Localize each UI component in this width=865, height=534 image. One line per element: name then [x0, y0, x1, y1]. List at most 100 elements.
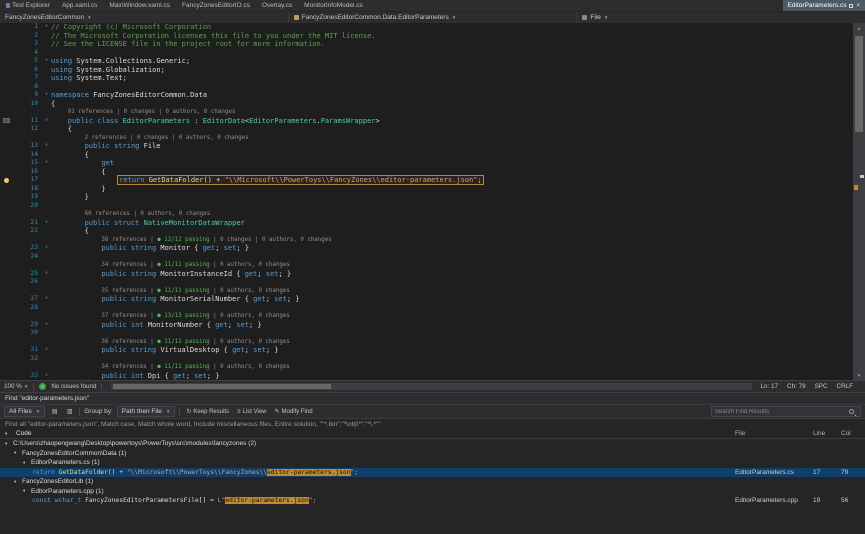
keep-results-button[interactable]: ↻ Keep Results	[184, 406, 231, 417]
find-result-group[interactable]: ▾EditorParameters.cpp (1)	[0, 487, 865, 497]
code-line[interactable]: 27∨public string MonitorSerialNumber { g…	[0, 295, 853, 304]
code-line[interactable]: 29∨public int MonitorNumber { get; set; …	[0, 321, 853, 330]
panel-title-bar[interactable]: Find "editor-parameters.json"	[0, 393, 865, 404]
document-tab[interactable]: MainWindow.xaml.cs	[103, 0, 176, 11]
collapse-arrow-icon[interactable]: ▾	[5, 431, 13, 437]
code-line[interactable]: 25∨public string MonitorInstanceId { get…	[0, 270, 853, 279]
fold-chevron-icon[interactable]: ∨	[42, 91, 51, 100]
column-indicator[interactable]: Ch: 79	[787, 383, 806, 390]
zoom-control[interactable]: 100 % ▼	[4, 383, 28, 390]
code-line[interactable]: 9∨namespace FancyZonesEditorCommon.Data	[0, 91, 853, 100]
document-tab[interactable]: MonitorInfoModel.cs	[298, 0, 369, 11]
codelens-row[interactable]: 91 references | 0 changes | 0 authors, 0…	[0, 108, 853, 117]
code-line[interactable]: 32	[0, 355, 853, 364]
fold-chevron-icon[interactable]: ∨	[42, 244, 51, 253]
close-icon[interactable]: ×	[856, 3, 860, 9]
codelens-row[interactable]: 36 references | ● 11/11 passing | 0 auth…	[0, 338, 853, 347]
indent-mode[interactable]: SPC	[815, 383, 828, 390]
code-line[interactable]: 21∨public struct NativeMonitorDataWrappe…	[0, 219, 853, 228]
member-dropdown[interactable]: File ▼	[577, 12, 865, 23]
scroll-down-icon[interactable]: ▼	[853, 370, 865, 380]
code-line[interactable]: 12{	[0, 125, 853, 134]
code-line[interactable]: 15∨get	[0, 159, 853, 168]
fold-chevron-icon[interactable]: ∨	[42, 346, 51, 355]
codelens-row[interactable]: 2 references | 0 changes | 0 authors, 0 …	[0, 134, 853, 143]
codelens-row[interactable]: 34 references | ● 11/11 passing | 0 auth…	[0, 261, 853, 270]
code-line[interactable]: 19}	[0, 193, 853, 202]
column-header-file[interactable]: File	[735, 430, 813, 437]
code-line[interactable]: 24	[0, 253, 853, 262]
document-tab[interactable]: Overlay.cs	[256, 0, 298, 11]
preview-tab-editorparameters[interactable]: EditorParameters.cs ×	[783, 0, 865, 11]
fold-chevron-icon[interactable]: ∨	[42, 270, 51, 279]
find-result-row[interactable]: const wchar_t FancyZonesEditorParameters…	[0, 496, 865, 506]
expand-arrow-icon[interactable]: ▾	[5, 441, 13, 447]
group-by-dropdown[interactable]: Path then File ▼	[117, 406, 176, 417]
copy-icon[interactable]: ▤	[49, 406, 60, 417]
fold-chevron-icon[interactable]: ∨	[42, 219, 51, 228]
document-tab[interactable]: FancyZonesEditorIO.cs	[176, 0, 256, 11]
project-dropdown[interactable]: FancyZonesEditorCommon ▼	[0, 12, 289, 23]
code-line[interactable]: 13∨public string File	[0, 142, 853, 151]
hscroll-thumb[interactable]	[113, 384, 331, 389]
fold-chevron-icon[interactable]: ∨	[42, 23, 51, 32]
code-line[interactable]: 4	[0, 49, 853, 58]
code-line[interactable]: 31∨public string VirtualDesktop { get; s…	[0, 346, 853, 355]
select-all-icon[interactable]: ▥	[64, 406, 75, 417]
code-line[interactable]: 33∨public int Dpi { get; set; }	[0, 372, 853, 381]
search-find-results-box[interactable]	[711, 406, 861, 417]
code-line[interactable]: 22{	[0, 227, 853, 236]
find-result-row[interactable]: return GetDataFolder() + "\\Microsoft\\P…	[0, 468, 865, 478]
health-status[interactable]: No issues found	[51, 383, 96, 390]
fold-chevron-icon[interactable]: ∨	[42, 57, 51, 66]
keep-open-icon[interactable]	[849, 4, 853, 8]
find-result-group[interactable]: ▾EditorParameters.cs (1)	[0, 458, 865, 468]
fold-chevron-icon[interactable]: ∨	[42, 159, 51, 168]
type-dropdown[interactable]: FancyZonesEditorCommon.Data.EditorParame…	[289, 12, 578, 23]
find-result-group[interactable]: ▾FancyZonesEditorCommon\Data (1)	[0, 449, 865, 459]
editor-horizontal-scrollbar[interactable]	[111, 383, 751, 390]
expand-arrow-icon[interactable]: ▾	[14, 479, 22, 485]
codelens-row[interactable]: 34 references | ● 11/11 passing | 0 auth…	[0, 363, 853, 372]
fold-chevron-icon[interactable]: ∨	[42, 321, 51, 330]
code-line[interactable]: 1∨// Copyright (c) Microsoft Corporation	[0, 23, 853, 32]
code-line[interactable]: 20	[0, 202, 853, 211]
code-line[interactable]: 7using System.Text;	[0, 74, 853, 83]
quick-actions-lightbulb-icon[interactable]	[4, 178, 9, 183]
codelens-row[interactable]: 35 references | ● 11/11 passing | 0 auth…	[0, 287, 853, 296]
fold-chevron-icon[interactable]: ∨	[42, 295, 51, 304]
code-line[interactable]: 6using System.Globalization;	[0, 66, 853, 75]
codelens-row[interactable]: 60 references | 0 authors, 0 changes	[0, 210, 853, 219]
codelens-row[interactable]: 37 references | ● 13/13 passing | 0 auth…	[0, 312, 853, 321]
code-line[interactable]: 10{	[0, 100, 853, 109]
column-header-col[interactable]: Col	[841, 430, 865, 437]
fold-chevron-icon[interactable]: ∨	[42, 117, 51, 126]
code-line[interactable]: 17return GetDataFolder() + "\\Microsoft\…	[0, 176, 853, 185]
modify-find-button[interactable]: ✎ Modify Find	[273, 406, 315, 417]
find-result-group[interactable]: ▾C:\Users\zhaopengwang\Desktop\powertoys…	[0, 439, 865, 449]
code-line[interactable]: 23∨public string Monitor { get; set; }	[0, 244, 853, 253]
code-line[interactable]: 18}	[0, 185, 853, 194]
fold-chevron-icon[interactable]: ∨	[42, 142, 51, 151]
expand-arrow-icon[interactable]: ▾	[23, 488, 31, 494]
code-line[interactable]: 11∨public class EditorParameters : Edito…	[0, 117, 853, 126]
code-editor[interactable]: 1∨// Copyright (c) Microsoft Corporation…	[0, 23, 865, 380]
expand-arrow-icon[interactable]: ▾	[23, 460, 31, 466]
code-line[interactable]: 30	[0, 329, 853, 338]
fold-chevron-icon[interactable]: ∨	[42, 372, 51, 381]
document-tab[interactable]: App.xaml.cs	[56, 0, 103, 11]
code-line[interactable]: 14{	[0, 151, 853, 160]
editor-vertical-scrollbar[interactable]: ▲ ▼	[853, 23, 865, 380]
code-line[interactable]: 8	[0, 83, 853, 92]
vscroll-thumb[interactable]	[855, 36, 863, 132]
code-line[interactable]: 3// See the LICENSE file in the project …	[0, 40, 853, 49]
search-input[interactable]	[715, 409, 847, 415]
expand-arrow-icon[interactable]: ▾	[14, 450, 22, 456]
code-line[interactable]: 26	[0, 278, 853, 287]
line-indicator[interactable]: Ln: 17	[761, 383, 779, 390]
document-tab[interactable]: Test Explorer	[0, 0, 56, 11]
scope-dropdown[interactable]: All Files ▼	[4, 406, 45, 417]
code-line[interactable]: 28	[0, 304, 853, 313]
codelens-row[interactable]: 38 references | ● 12/12 passing | 0 chan…	[0, 236, 853, 245]
list-view-button[interactable]: ≡ List View	[235, 406, 268, 417]
